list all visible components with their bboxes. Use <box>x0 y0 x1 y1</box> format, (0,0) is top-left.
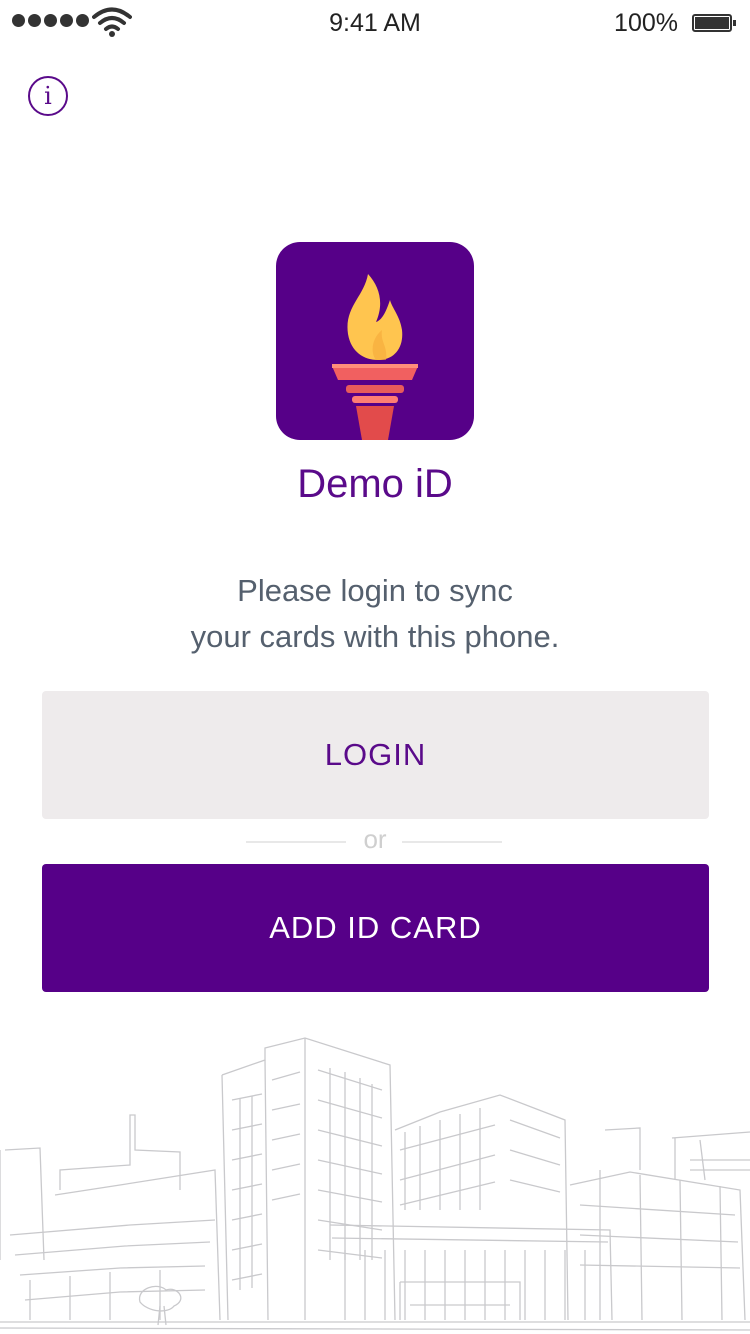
city-skyline-illustration <box>0 1037 750 1331</box>
battery-icon <box>692 14 736 32</box>
divider-line-right <box>402 841 502 843</box>
login-prompt: Please login to sync your cards with thi… <box>0 568 750 660</box>
add-id-card-button[interactable]: ADD ID CARD <box>42 864 709 992</box>
prompt-line-2: your cards with this phone. <box>190 619 560 654</box>
app-name: Demo iD <box>297 462 453 506</box>
status-bar: 9:41 AM 100% <box>0 0 750 44</box>
prompt-line-1: Please login to sync <box>237 573 513 608</box>
app-icon <box>276 242 474 440</box>
or-divider: or <box>0 824 750 858</box>
torch-icon <box>332 274 418 440</box>
battery-percent: 100% <box>614 9 678 37</box>
login-button-label: LOGIN <box>324 737 427 772</box>
or-label: or <box>363 824 387 854</box>
info-icon[interactable]: i <box>28 76 68 116</box>
info-glyph: i <box>44 82 52 110</box>
add-id-card-label: ADD ID CARD <box>269 910 482 945</box>
login-button[interactable]: LOGIN <box>42 691 709 819</box>
